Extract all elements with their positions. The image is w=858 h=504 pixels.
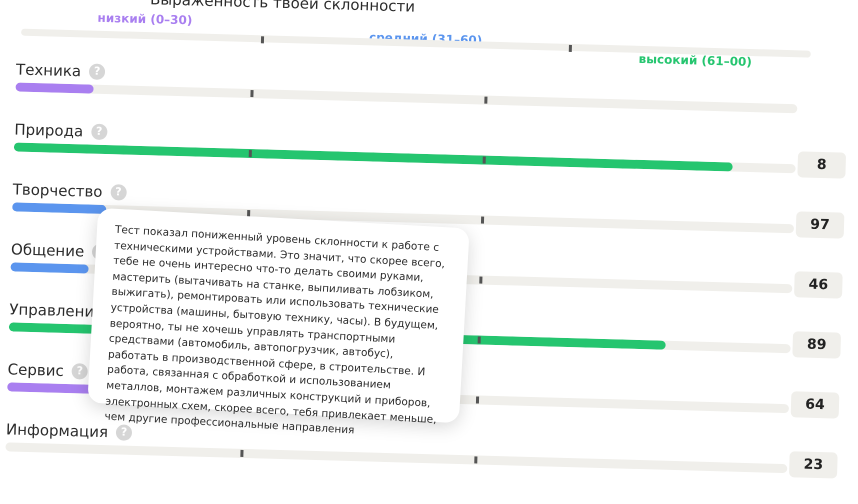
help-icon[interactable]: ? [91,124,107,140]
aptitude-label-service: Сервис? [7,360,88,380]
aptitude-fill-bar [7,382,93,393]
aptitude-track [5,442,787,473]
aptitude-name: Общение [11,240,85,260]
score-badge: 89 [792,331,841,358]
aptitude-name: Сервис [7,360,64,380]
aptitude-name: Управление [9,300,104,321]
threshold-tick [483,157,486,164]
threshold-tick [478,336,481,343]
score-badge: 64 [791,391,840,418]
aptitude-track [14,142,796,173]
aptitude-label-communication: Общение? [11,240,109,261]
aptitude-fill-bar [12,202,106,214]
threshold-tick [250,90,253,97]
scale-tick-high [569,45,572,52]
tooltip-text: Тест показал пониженный уровень склоннос… [104,224,445,437]
threshold-tick [248,150,251,157]
aptitude-fill-bar [14,142,733,171]
aptitude-fill-bar [10,262,88,273]
threshold-tick [479,277,482,284]
score-badge: 97 [796,211,845,238]
aptitude-name: Информация [6,420,109,441]
tooltip-popover: Тест показал пониженный уровень склоннос… [87,208,469,423]
threshold-tick [240,450,243,457]
aptitude-label-technics: Техника? [16,60,106,80]
aptitude-name: Творчество [12,180,102,201]
interest-results-panel: Выраженность твоей склонности низкий (0–… [0,0,858,468]
aptitude-name: Техника [16,60,82,80]
scale-tick-low [261,36,264,43]
aptitude-label-nature: Природа? [14,120,107,141]
legend-low-label: низкий (0–30) [97,11,192,28]
aptitude-fill-bar [15,82,93,93]
threshold-tick [474,456,477,463]
legend-low: низкий (0–30) [97,11,192,28]
aptitude-name: Природа [14,120,83,140]
score-badge: 23 [789,451,838,478]
help-icon[interactable]: ? [89,64,105,80]
help-icon[interactable]: ? [110,184,126,200]
threshold-tick [481,217,484,224]
score-badge: 46 [794,271,843,298]
help-icon[interactable]: ? [116,424,132,440]
aptitude-track [15,82,797,113]
threshold-tick [476,396,479,403]
threshold-tick [484,97,487,104]
score-badge: 8 [797,151,846,178]
help-icon[interactable]: ? [72,363,88,379]
aptitude-label-creativity: Творчество? [12,180,126,201]
